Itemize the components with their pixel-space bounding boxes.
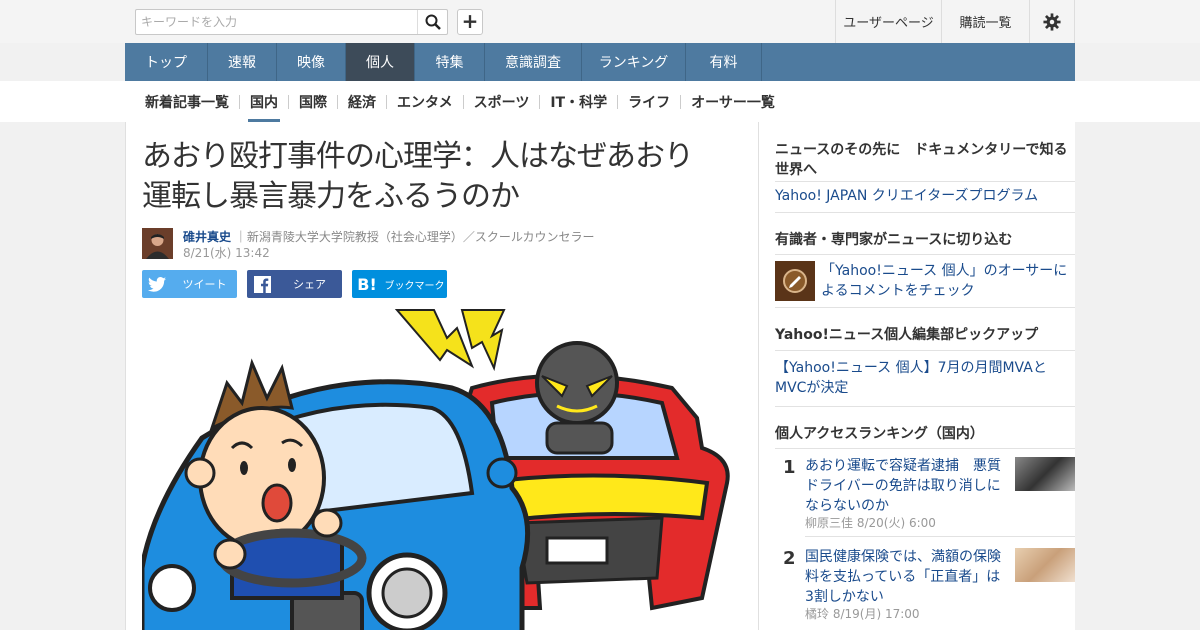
- sidebar: ニュースのその先に ドキュメンタリーで知る世界へ Yahoo! JAPAN クリ…: [759, 122, 1075, 630]
- ranking-meta: 橘玲 8/19(月) 17:00: [805, 607, 920, 621]
- facebook-icon: [247, 275, 277, 293]
- subnav-label: 新着記事一覧: [145, 94, 229, 111]
- hatena-bookmark-icon: B!: [357, 274, 377, 294]
- ranking-thumbnail[interactable]: [1015, 548, 1075, 582]
- subnav-item-it-science[interactable]: IT・科学: [540, 81, 617, 122]
- search-icon: [425, 14, 441, 30]
- nav-item-breaking[interactable]: 速報: [208, 43, 277, 81]
- pickup-section-title: Yahoo!ニュース個人編集部ピックアップ: [775, 327, 1039, 343]
- article-title-line1: あおり殴打事件の心理学：人はなぜあおり: [142, 139, 694, 174]
- subnav-item-domestic[interactable]: 国内: [240, 81, 288, 122]
- subnav-item-economy[interactable]: 経済: [338, 81, 386, 122]
- nav-label: 特集: [435, 55, 464, 71]
- main-nav: トップ 速報 映像 個人 特集 意識調査 ランキング 有料: [125, 43, 1075, 81]
- subnav-item-sports[interactable]: スポーツ: [464, 81, 540, 122]
- nav-item-video[interactable]: 映像: [277, 43, 346, 81]
- settings-button[interactable]: [1029, 0, 1075, 43]
- divider: [775, 181, 1075, 182]
- avatar-portrait-icon: [142, 228, 173, 259]
- subnav-label: 経済: [348, 94, 376, 111]
- nav-item-survey[interactable]: 意識調査: [485, 43, 582, 81]
- divider: [805, 536, 1075, 537]
- author-role: ｜新潟青陵大学大学院教授（社会心理学）／スクールカウンセラー: [234, 230, 595, 244]
- subnav-item-latest[interactable]: 新着記事一覧: [135, 81, 239, 122]
- gear-icon: [1043, 12, 1061, 31]
- nav-label: 映像: [297, 55, 325, 71]
- nav-item-top[interactable]: トップ: [125, 43, 208, 81]
- sub-nav: 新着記事一覧 国内 国際 経済 エンタメ スポーツ IT・科学 ライフ オーサー…: [125, 81, 1075, 122]
- nav-item-ranking[interactable]: ランキング: [582, 43, 686, 81]
- tweet-label: ツイート: [182, 278, 227, 291]
- article-main: あおり殴打事件の心理学：人はなぜあおり 運転し暴言暴力をふるうのか 碓井真史 ｜…: [125, 122, 759, 630]
- blue-car: [142, 358, 531, 630]
- nav-label: トップ: [145, 55, 187, 71]
- divider: [775, 212, 1075, 213]
- twitter-icon: [142, 276, 172, 292]
- subscriptions-link[interactable]: 購読一覧: [941, 0, 1029, 43]
- user-page-link[interactable]: ユーザーページ: [835, 0, 941, 43]
- nav-label: 有料: [709, 55, 738, 71]
- add-button[interactable]: +: [457, 9, 483, 35]
- mva-mvc-link[interactable]: 【Yahoo!ニュース 個人】7月の月間MVAとMVCが決定: [775, 358, 1075, 398]
- subnav-item-international[interactable]: 国際: [289, 81, 337, 122]
- divider: [775, 448, 1075, 449]
- subnav-item-entertainment[interactable]: エンタメ: [387, 81, 463, 122]
- rank-number: 2: [783, 548, 796, 569]
- subnav-label: スポーツ: [473, 94, 530, 111]
- ranking-section-title: 個人アクセスランキング（国内）: [775, 426, 984, 442]
- author-comments-link[interactable]: 「Yahoo!ニュース 個人」のオーサーによるコメントをチェック: [821, 261, 1075, 301]
- search-input[interactable]: [136, 10, 416, 34]
- subscriptions-label: 購読一覧: [959, 16, 1012, 31]
- divider: [775, 406, 1075, 407]
- ranking-meta: 柳原三佳 8/20(火) 6:00: [805, 516, 936, 530]
- lightning-icon: [394, 309, 506, 372]
- facebook-share-button[interactable]: シェア: [247, 270, 342, 298]
- nav-label: 意識調査: [505, 55, 561, 71]
- subnav-label: 国内: [250, 94, 278, 111]
- tweet-button[interactable]: ツイート: [142, 270, 237, 298]
- user-page-label: ユーザーページ: [843, 16, 934, 31]
- nav-label: 個人: [366, 55, 394, 71]
- divider: [775, 350, 1075, 351]
- subnav-label: ライフ: [628, 94, 671, 111]
- road-rage-illustration: [142, 309, 730, 630]
- facebook-share-label: シェア: [293, 278, 326, 291]
- creators-program-link[interactable]: Yahoo! JAPAN クリエイターズプログラム: [775, 186, 1075, 206]
- author-name[interactable]: 碓井真史: [183, 230, 231, 244]
- ranking-thumbnail[interactable]: [1015, 457, 1075, 491]
- subnav-label: エンタメ: [397, 94, 453, 111]
- comment-thumbnail[interactable]: [775, 261, 815, 301]
- article-title-line2: 運転し暴言暴力をふるうのか: [142, 179, 520, 214]
- search-button[interactable]: [417, 10, 447, 34]
- documentary-section-title: ニュースのその先に ドキュメンタリーで知る世界へ: [775, 142, 1068, 178]
- article-date: 8/21(水) 13:42: [183, 246, 270, 260]
- nav-item-feature[interactable]: 特集: [415, 43, 485, 81]
- subnav-item-authors[interactable]: オーサー一覧: [681, 81, 785, 122]
- ranking-title[interactable]: あおり運転で容疑者逮捕 悪質ドライバーの免許は取り消しにならないのか: [805, 456, 1005, 516]
- rank-number: 1: [783, 457, 796, 478]
- subnav-label: オーサー一覧: [691, 94, 775, 111]
- author-avatar[interactable]: [142, 228, 173, 259]
- divider: [775, 307, 1075, 308]
- subnav-label: IT・科学: [550, 94, 608, 111]
- divider: [775, 254, 1075, 255]
- author-line: 碓井真史 ｜新潟青陵大学大学院教授（社会心理学）／スクールカウンセラー: [183, 228, 595, 245]
- search-box: [135, 9, 448, 35]
- hatena-bookmark-button[interactable]: B! ブックマーク: [352, 270, 447, 298]
- nav-item-individual[interactable]: 個人: [346, 43, 415, 81]
- ranking-title[interactable]: 国民健康保険では、満額の保険料を支払っている「正直者」は3割しかない: [805, 547, 1005, 607]
- subnav-label: 国際: [299, 94, 327, 111]
- subnav-item-life[interactable]: ライフ: [618, 81, 680, 122]
- nav-label: 速報: [228, 55, 256, 71]
- nav-item-paid[interactable]: 有料: [686, 43, 762, 81]
- hatena-bookmark-label: ブックマーク: [384, 280, 445, 292]
- article-title: あおり殴打事件の心理学：人はなぜあおり 運転し暴言暴力をふるうのか: [142, 137, 742, 217]
- experts-section-title: 有識者・専門家がニュースに切り込む: [775, 232, 1013, 248]
- nav-label: ランキング: [598, 55, 669, 71]
- comment-icon: [783, 269, 807, 293]
